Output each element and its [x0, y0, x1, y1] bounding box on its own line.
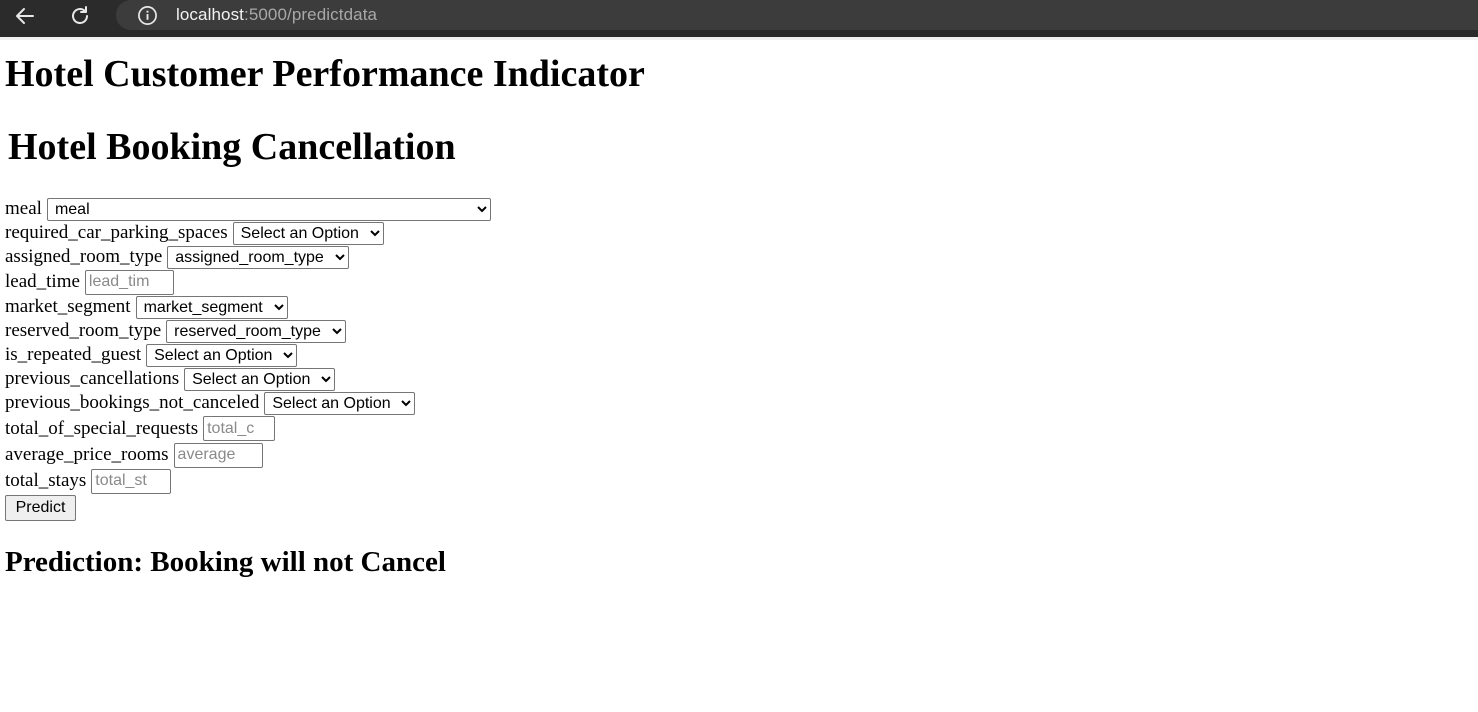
average-price-rooms-label: average_price_rooms: [5, 444, 169, 465]
lead-time-row: lead_time: [5, 269, 174, 295]
assigned-room-type-label: assigned_room_type: [5, 246, 163, 267]
url-host: localhost: [176, 5, 244, 24]
market-segment-label: market_segment: [5, 296, 131, 317]
previous-bookings-not-canceled-label: previous_bookings_not_canceled: [5, 392, 260, 413]
assigned-room-type-select[interactable]: assigned_room_type: [167, 245, 350, 269]
is-repeated-guest-label: is_repeated_guest: [5, 344, 142, 365]
url-path: :5000/predictdata: [244, 5, 378, 24]
previous-cancellations-row: previous_cancellations Select an Option: [5, 367, 336, 391]
average-price-rooms-input[interactable]: [173, 442, 263, 468]
is-repeated-guest-row: is_repeated_guest Select an Option: [5, 343, 298, 367]
reserved-room-type-select[interactable]: reserved_room_type: [166, 319, 347, 343]
reserved-room-type-label: reserved_room_type: [5, 320, 162, 341]
previous-cancellations-select[interactable]: Select an Option: [184, 367, 336, 391]
arrow-left-icon: [16, 8, 34, 24]
market-segment-select[interactable]: market_segment: [135, 295, 288, 319]
meal-select[interactable]: meal: [46, 197, 491, 221]
meal-row: meal meal: [5, 197, 491, 221]
total-of-special-requests-label: total_of_special_requests: [5, 417, 199, 439]
reload-button[interactable]: [64, 3, 96, 29]
total-of-special-requests-input[interactable]: [203, 416, 276, 441]
reload-icon: [72, 6, 88, 24]
market-segment-row: market_segment market_segment: [5, 295, 288, 319]
required-car-parking-spaces-row: required_car_parking_spaces Select an Op…: [5, 221, 384, 245]
total-stays-input[interactable]: [91, 468, 172, 494]
previous-bookings-not-canceled-select[interactable]: Select an Option: [264, 391, 416, 415]
browser-toolbar: localhost:5000/predictdata: [0, 0, 1478, 37]
total-stays-label: total_stays: [5, 470, 87, 491]
required-car-parking-spaces-select[interactable]: Select an Option: [232, 221, 384, 245]
total-of-special-requests-row: total_of_special_requests: [5, 415, 276, 442]
meal-label: meal: [5, 198, 42, 219]
previous-bookings-not-canceled-row: previous_bookings_not_canceled Select an…: [5, 391, 416, 415]
is-repeated-guest-select[interactable]: Select an Option: [146, 343, 298, 367]
prediction-result: Prediction: Booking will not Cancel: [5, 546, 446, 578]
assigned-room-type-row: assigned_room_type assigned_room_type: [5, 245, 350, 269]
form-title: Hotel Booking Cancellation: [8, 126, 456, 168]
required-car-parking-spaces-label: required_car_parking_spaces: [5, 222, 228, 243]
previous-cancellations-label: previous_cancellations: [5, 368, 180, 389]
site-info-icon[interactable]: [136, 4, 158, 26]
average-price-rooms-row: average_price_rooms: [5, 442, 263, 468]
url-text[interactable]: localhost:5000/predictdata: [176, 5, 377, 25]
reserved-room-type-row: reserved_room_type reserved_room_type: [5, 319, 347, 343]
total-stays-row: total_stays: [5, 468, 172, 494]
page-top-border: [0, 37, 1478, 40]
lead-time-label: lead_time: [5, 271, 80, 292]
back-button[interactable]: [9, 3, 41, 29]
predict-button[interactable]: Predict: [5, 495, 76, 521]
site-title: Hotel Customer Performance Indicator: [5, 53, 645, 95]
lead-time-input[interactable]: [84, 269, 174, 295]
